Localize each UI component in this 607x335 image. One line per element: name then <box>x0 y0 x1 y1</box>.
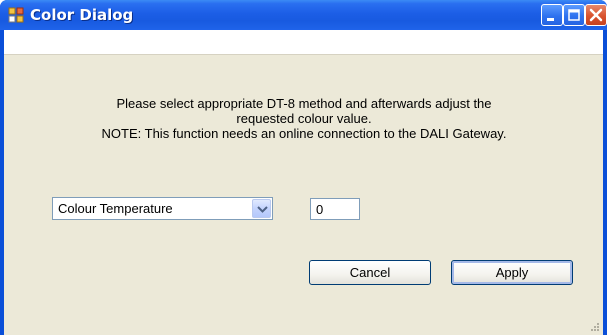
message-line-1: Please select appropriate DT-8 method an… <box>116 96 492 111</box>
maximize-button[interactable] <box>563 4 585 26</box>
apply-button[interactable]: Apply <box>451 260 573 285</box>
header-strip <box>4 30 603 55</box>
maximize-icon <box>568 9 580 21</box>
close-button[interactable] <box>585 4 607 26</box>
resize-grip-icon[interactable] <box>590 322 600 332</box>
dialog-body: Please select appropriate DT-8 method an… <box>4 30 603 335</box>
title-bar[interactable]: Color Dialog <box>0 0 607 30</box>
message-line-2: requested colour value. <box>236 111 372 126</box>
message-line-3: NOTE: This function needs an online conn… <box>101 126 507 141</box>
cancel-button[interactable]: Cancel <box>309 260 431 285</box>
colour-value-input[interactable]: 0 <box>310 198 360 220</box>
colour-value: 0 <box>316 202 324 217</box>
dt8-method-select[interactable]: Colour Temperature <box>52 197 273 220</box>
app-window-icon <box>8 7 24 23</box>
dt8-method-selected: Colour Temperature <box>58 201 173 216</box>
chevron-down-icon <box>257 206 268 213</box>
window-title: Color Dialog <box>30 6 134 24</box>
close-icon <box>589 8 603 22</box>
dropdown-button[interactable] <box>252 199 271 218</box>
instruction-message: Please select appropriate DT-8 method an… <box>44 96 564 141</box>
minimize-button[interactable] <box>541 4 563 26</box>
minimize-icon <box>547 18 554 21</box>
color-dialog-window: Color Dialog Please select appropriate D… <box>0 0 607 335</box>
